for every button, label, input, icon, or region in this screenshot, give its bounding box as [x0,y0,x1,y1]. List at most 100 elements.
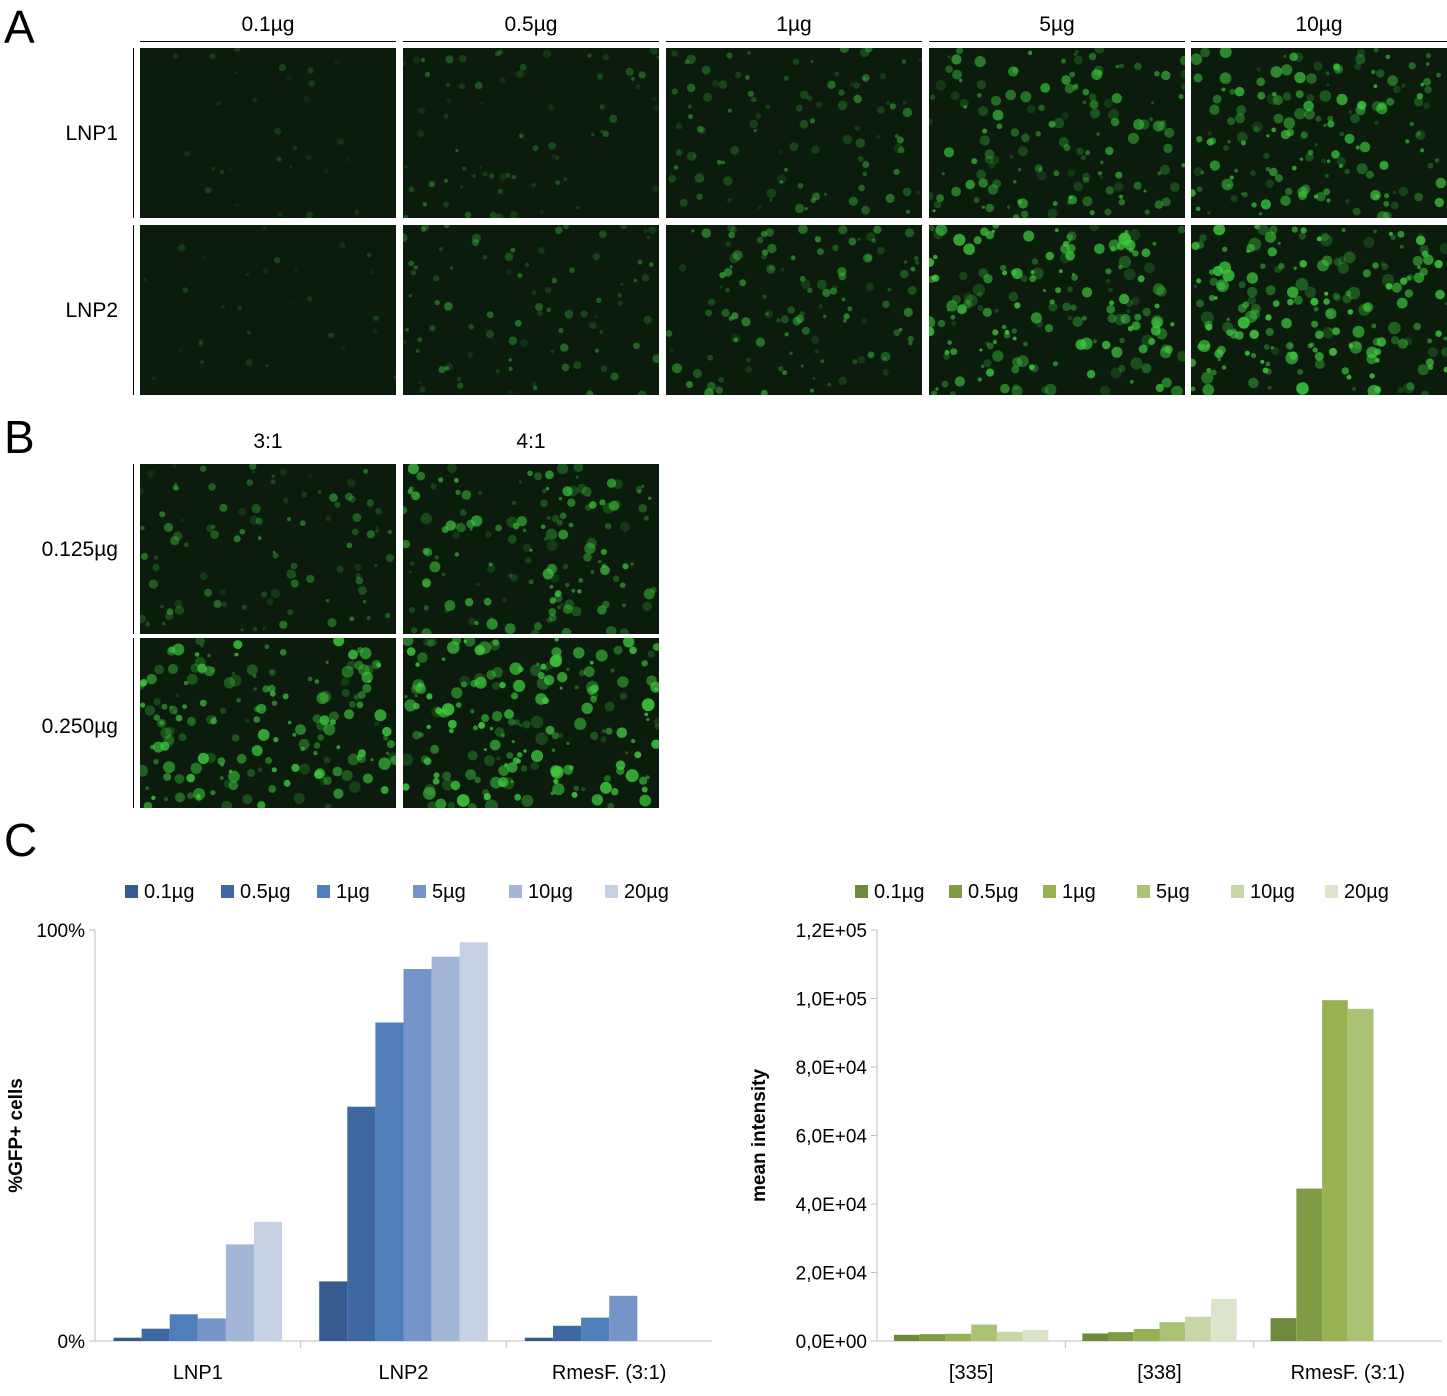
bar [1022,1330,1049,1341]
cell-spot [238,507,246,516]
cell-spot [1371,69,1376,75]
cell-spot [274,127,282,135]
cell-spot [551,732,559,740]
cell-spot [148,579,159,589]
cell-spot [1011,365,1020,374]
cell-spot [545,470,554,480]
cell-spot [420,57,426,63]
cell-spot [1282,92,1292,101]
cell-spot [641,274,650,282]
cell-spot [855,138,866,148]
cell-spot [1062,302,1071,312]
cell-spot [1227,140,1231,144]
cell-spot [622,603,626,608]
cell-spot [478,721,486,729]
cell-spot [1314,143,1319,147]
cell-spot [356,754,363,761]
cell-spot [1123,268,1136,281]
cell-spot [784,332,789,337]
cell-spot [272,552,279,559]
cell-spot [470,709,475,714]
cell-spot [1196,240,1205,249]
cell-spot [223,677,236,689]
cell-spot [497,188,503,195]
cell-spot [484,530,492,538]
y-tick-label: 1,2E+05 [796,921,867,942]
cell-spot [1281,64,1293,76]
cell-spot [1257,91,1266,100]
cell-spot [1381,263,1389,271]
cell-spot [567,498,576,507]
cell-spot [1260,359,1265,364]
cell-spot [577,589,582,594]
cell-spot [499,77,506,84]
legend-label: 1µg [336,881,370,903]
cell-spot [877,106,885,115]
cell-spot [210,717,217,725]
cell-spot [1129,379,1134,384]
cell-spot [1277,241,1281,245]
cell-spot [444,178,449,183]
cell-spot [641,660,648,667]
cell-spot [838,225,848,235]
cell-spot [701,228,712,238]
cell-spot [559,686,563,690]
cell-spot [550,573,560,583]
cell-spot [151,795,156,800]
bar [919,1334,946,1341]
cell-spot [262,225,267,230]
cell-spot [1014,302,1021,309]
cell-spot [718,377,724,383]
cell-spot [337,138,345,145]
cell-spot [1344,168,1350,175]
cell-spot [1247,296,1257,305]
cell-spot [800,364,805,368]
cell-spot [1345,199,1350,204]
x-tick-label: RmesF. (3:1) [1291,1362,1405,1384]
cell-spot [806,95,813,102]
cell-spot [1373,84,1378,89]
cell-spot [1125,299,1133,307]
cell-spot [1271,347,1280,356]
cell-spot [929,225,935,232]
panel-a-col-label: 10µg [1295,13,1343,36]
cell-spot [300,520,306,527]
cell-spot [1009,155,1014,159]
cell-spot [915,190,921,195]
cell-spot [932,228,944,239]
cell-spot [207,654,211,658]
cell-spot [1331,150,1340,159]
cell-spot [644,712,649,717]
cell-spot [1304,286,1317,298]
cell-spot [1131,321,1141,331]
cell-spot [1417,233,1424,240]
cell-spot [497,49,503,55]
cell-spot [608,500,620,511]
cell-spot [1314,352,1324,361]
bar [996,1331,1023,1341]
cell-spot [716,159,722,165]
cell-spot [553,778,559,784]
cell-spot [351,528,359,536]
cell-spot [313,742,321,749]
cell-spot [1113,182,1124,192]
cell-spot [564,309,574,319]
cell-spot [675,123,683,130]
cell-spot [180,518,184,523]
cell-spot [178,244,186,252]
cell-spot [992,350,1004,362]
cell-spot [354,695,359,700]
cell-spot [1270,66,1283,78]
cell-spot [358,586,367,595]
cell-spot [1393,85,1401,94]
cell-spot [422,202,428,207]
micrograph-image [140,48,396,218]
cell-spot [857,237,861,241]
cell-spot [586,537,597,549]
cell-spot [269,669,276,676]
cell-spot [575,475,579,479]
cell-spot [815,101,822,108]
cell-spot [1114,313,1126,326]
cell-spot [1103,98,1113,108]
cell-spot [936,194,944,203]
